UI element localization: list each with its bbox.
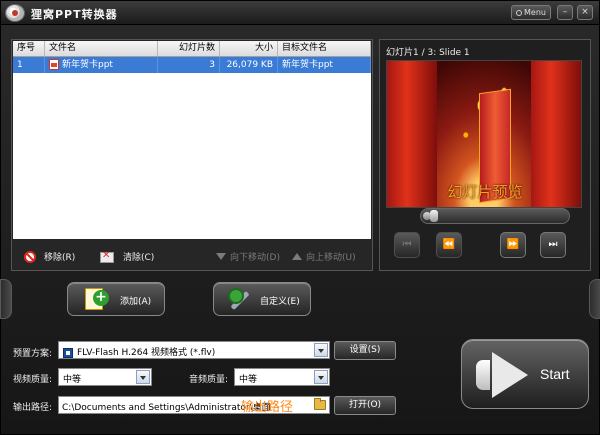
- chevron-down-icon[interactable]: [314, 343, 328, 357]
- column-header-target[interactable]: 目标文件名: [278, 41, 371, 56]
- skip-back-icon: ⏮: [402, 239, 412, 250]
- clear-button[interactable]: 清除(C): [100, 250, 154, 263]
- skip-forward-icon: ⏭: [548, 239, 558, 250]
- preset-label: 预置方案:: [13, 349, 53, 359]
- remove-label: 移除(R): [44, 253, 76, 263]
- menu-button[interactable]: Menu: [511, 5, 551, 20]
- chevron-down-icon[interactable]: [314, 370, 328, 384]
- output-path-label: 输出路径:: [13, 403, 53, 413]
- close-button[interactable]: ×: [577, 5, 593, 20]
- output-path-field[interactable]: C:\Documents and Settings\Administrator\…: [58, 396, 330, 415]
- column-header-size[interactable]: 大小: [220, 41, 278, 56]
- video-quality-label: 视频质量:: [13, 375, 53, 385]
- play-arrow-icon: [476, 352, 532, 398]
- column-header-index[interactable]: 序号: [13, 41, 45, 56]
- left-side-knob: [0, 279, 12, 319]
- open-button[interactable]: 打开(O): [334, 396, 396, 415]
- customize-button[interactable]: 自定义(E): [213, 282, 311, 316]
- slide-info: 幻灯片1 / 3: Slide 1: [386, 48, 470, 58]
- slide-preview-image: 幻灯片预览: [386, 60, 582, 208]
- app-window: 狸窝PPT转换器 Menu – × 序号 文件名 幻灯片数 大小 目标文件名 1…: [0, 0, 600, 435]
- preset-value: FLV-Flash H.264 视频格式 (*.flv): [77, 348, 216, 358]
- column-header-slides[interactable]: 幻灯片数: [158, 41, 220, 56]
- table-row[interactable]: 1 新年贺卡ppt 3 26,079 KB 新年贺卡ppt: [13, 57, 371, 73]
- video-quality-value: 中等: [63, 375, 82, 385]
- clear-label: 清除(C): [123, 253, 155, 263]
- cell-target: 新年贺卡ppt: [278, 57, 371, 73]
- start-button[interactable]: Start: [461, 339, 589, 409]
- audio-quality-label: 音频质量:: [189, 375, 229, 385]
- arrow-down-icon: [216, 253, 226, 260]
- next-button[interactable]: ⏭: [540, 232, 566, 258]
- move-up-button[interactable]: 向上移动(U): [292, 250, 356, 263]
- audio-quality-select[interactable]: 中等: [234, 368, 330, 386]
- ppt-file-icon: [49, 59, 59, 70]
- arrow-up-icon: [292, 253, 302, 260]
- preview-panel: 幻灯片1 / 3: Slide 1 幻灯片预览 ⏮ ⏪ ⏩ ⏭: [379, 39, 591, 271]
- tools-icon: [226, 286, 252, 312]
- clear-icon: [100, 250, 114, 263]
- cell-size: 26,079 KB: [220, 57, 278, 73]
- column-header-filename[interactable]: 文件名: [45, 41, 158, 56]
- preview-seek-slider[interactable]: [420, 208, 570, 224]
- right-side-knob: [589, 279, 600, 319]
- settings-button[interactable]: 设置(S): [334, 341, 396, 360]
- chevron-down-icon[interactable]: [136, 370, 150, 384]
- move-down-button[interactable]: 向下移动(D): [216, 250, 280, 263]
- fast-forward-button[interactable]: ⏩: [500, 232, 526, 258]
- remove-button[interactable]: 移除(R): [24, 250, 75, 263]
- preview-caption: 幻灯片预览: [447, 183, 523, 201]
- preset-select[interactable]: FLV-Flash H.264 视频格式 (*.flv): [58, 341, 330, 359]
- start-label: Start: [540, 366, 570, 382]
- app-logo-icon: [5, 4, 25, 22]
- cell-index: 1: [13, 57, 45, 73]
- app-title: 狸窝PPT转换器: [31, 8, 118, 21]
- cell-filename-text: 新年贺卡ppt: [62, 60, 113, 70]
- list-actions: 移除(R) 清除(C) 向下移动(D) 向上移动(U): [12, 244, 372, 270]
- cell-slides: 3: [158, 57, 220, 73]
- add-file-icon: [84, 286, 109, 312]
- play-arrow-head: [492, 352, 528, 398]
- file-list-panel: 序号 文件名 幻灯片数 大小 目标文件名 1 新年贺卡ppt 3 26,079 …: [11, 39, 373, 271]
- title-bar[interactable]: 狸窝PPT转换器 Menu – ×: [1, 1, 599, 25]
- add-label: 添加(A): [120, 297, 152, 307]
- file-list[interactable]: 序号 文件名 幻灯片数 大小 目标文件名 1 新年贺卡ppt 3 26,079 …: [13, 41, 371, 239]
- rewind-button[interactable]: ⏪: [436, 232, 462, 258]
- folder-icon[interactable]: [314, 398, 326, 410]
- output-path-hint: 输出路径: [241, 400, 294, 415]
- audio-quality-value: 中等: [239, 375, 258, 385]
- customize-label: 自定义(E): [260, 297, 300, 307]
- minimize-button[interactable]: –: [557, 5, 573, 20]
- flv-format-icon: [63, 347, 73, 358]
- move-up-label: 向上移动(U): [306, 253, 356, 263]
- video-quality-select[interactable]: 中等: [58, 368, 152, 386]
- add-button[interactable]: 添加(A): [67, 282, 165, 316]
- prev-button[interactable]: ⏮: [394, 232, 420, 258]
- menu-label: Menu: [524, 8, 546, 17]
- seek-handle[interactable]: [429, 210, 438, 222]
- cell-filename: 新年贺卡ppt: [45, 57, 158, 73]
- menu-icon: [516, 9, 523, 16]
- move-down-label: 向下移动(D): [230, 253, 280, 263]
- file-list-header: 序号 文件名 幻灯片数 大小 目标文件名: [13, 41, 371, 57]
- remove-icon: [24, 250, 36, 263]
- fast-forward-icon: ⏩: [506, 239, 520, 250]
- rewind-icon: ⏪: [442, 239, 456, 250]
- play-arrow-bar: [476, 360, 490, 390]
- output-path-value: C:\Documents and Settings\Administrator\…: [62, 403, 271, 413]
